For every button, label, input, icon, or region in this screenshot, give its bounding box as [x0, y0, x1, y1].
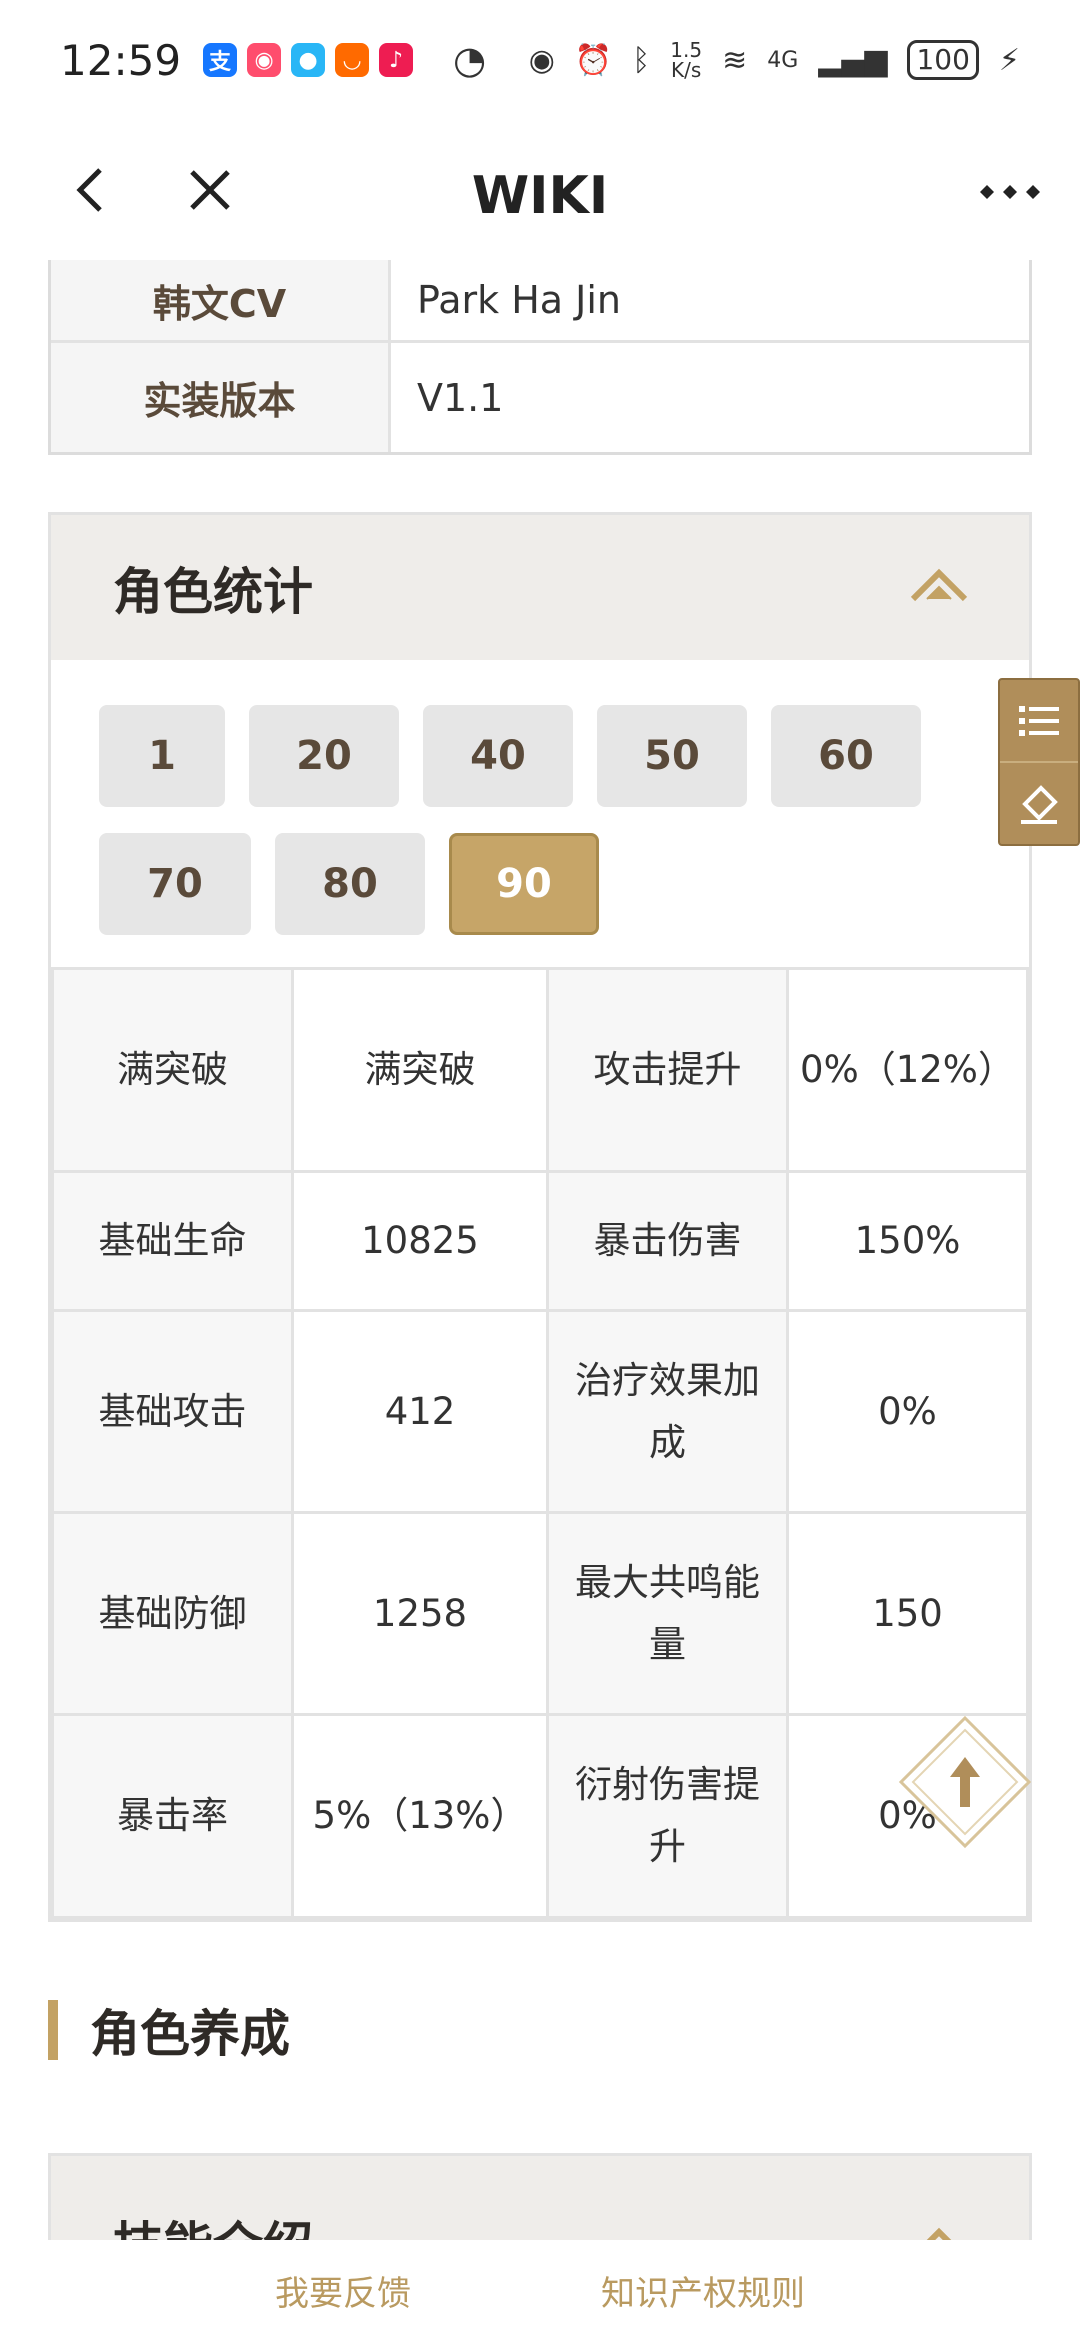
- footer: 我要反馈 知识产权规则: [0, 2240, 1080, 2340]
- info-label: 韩文CV: [51, 260, 391, 340]
- stats-table: 满突破 满突破 攻击提升 0%（12%） 基础生命 10825 暴击伤害 150…: [51, 967, 1029, 1919]
- info-value: V1.1: [391, 343, 1029, 452]
- stats-panel: 角色统计 1 20 40 50 60 70 80 90 满突破 满突破 攻击提升…: [48, 512, 1032, 1922]
- info-value: Park Ha Jin: [391, 260, 1029, 340]
- signal-icon: ▂▄▆: [818, 42, 888, 78]
- stat-label: 基础防御: [51, 1511, 294, 1716]
- wifi-icon: ≋: [722, 42, 748, 78]
- skills-panel-title: 技能介绍: [113, 2206, 313, 2240]
- stat-value: 0%: [786, 1309, 1029, 1514]
- table-row: 暴击率 5%（13%） 衍射伤害提升 0%: [51, 1713, 1029, 1919]
- nav-bar: WIKI: [0, 120, 1080, 260]
- notification-app-icons: 支 ◉ ● ◡ ♪: [203, 43, 414, 77]
- level-button-70[interactable]: 70: [99, 833, 251, 935]
- cloud-app-icon: ●: [291, 43, 326, 77]
- douyin-icon: ♪: [379, 43, 414, 77]
- level-button-80[interactable]: 80: [275, 833, 425, 935]
- collapse-chevron-icon[interactable]: [909, 563, 969, 603]
- collapse-chevron-icon[interactable]: [909, 2222, 969, 2240]
- list-icon[interactable]: [1000, 680, 1078, 761]
- level-button-1[interactable]: 1: [99, 705, 225, 807]
- level-button-40[interactable]: 40: [423, 705, 573, 807]
- stat-value: 0%（12%）: [786, 967, 1029, 1173]
- stat-label: 暴击伤害: [546, 1170, 789, 1312]
- level-selector: 1 20 40 50 60 70 80 90: [51, 660, 951, 965]
- stat-label: 衍射伤害提升: [546, 1713, 789, 1919]
- character-info-table: 韩文CV Park Ha Jin 实装版本 V1.1: [48, 260, 1032, 455]
- stat-value: 150: [786, 1511, 1029, 1716]
- stat-value: 150%: [786, 1170, 1029, 1312]
- back-to-top-icon[interactable]: [898, 1715, 1032, 1849]
- more-dots-icon[interactable]: [970, 162, 1050, 222]
- section-accent-bar: [48, 2000, 58, 2060]
- stat-label: 基础攻击: [51, 1309, 294, 1514]
- table-row: 基础生命 10825 暴击伤害 150%: [51, 1170, 1029, 1312]
- section-heading: 角色养成: [48, 1985, 1032, 2075]
- section-title: 角色养成: [90, 2005, 290, 2063]
- stat-value: 412: [291, 1309, 549, 1514]
- level-button-20[interactable]: 20: [249, 705, 399, 807]
- level-button-60[interactable]: 60: [771, 705, 921, 807]
- level-button-50[interactable]: 50: [597, 705, 747, 807]
- ip-rules-link[interactable]: 知识产权规则: [601, 2266, 805, 2315]
- status-time: 12:59: [60, 35, 182, 85]
- table-row: 基础防御 1258 最大共鸣能量 150: [51, 1511, 1029, 1716]
- stat-label: 攻击提升: [546, 967, 789, 1173]
- eye-icon: ◉: [528, 42, 555, 78]
- stat-value: 5%（13%）: [291, 1713, 549, 1919]
- page-title: WIKI: [471, 166, 609, 226]
- alarm-icon: ⏰: [574, 42, 613, 78]
- info-label: 实装版本: [51, 343, 391, 452]
- skills-panel[interactable]: 技能介绍: [48, 2153, 1032, 2240]
- stat-label: 满突破: [51, 967, 294, 1173]
- info-row: 实装版本 V1.1: [51, 340, 1029, 452]
- side-toolbar: [998, 678, 1080, 846]
- speedometer-icon: ◔: [453, 38, 487, 82]
- network-type: 4G: [767, 47, 799, 73]
- stat-label: 暴击率: [51, 1713, 294, 1919]
- network-speed: 1.5 K/s: [670, 38, 703, 82]
- status-bar: 12:59 支 ◉ ● ◡ ♪ ◔ ◉ ⏰ ᛒ 1.5 K/s ≋ 4G ▂▄▆…: [0, 0, 1080, 120]
- level-button-90[interactable]: 90: [449, 833, 599, 935]
- charging-icon: ⚡: [998, 42, 1020, 78]
- wiki-content[interactable]: 韩文CV Park Ha Jin 实装版本 V1.1 角色统计 1 20 40 …: [0, 260, 1080, 2240]
- stat-label: 最大共鸣能量: [546, 1511, 789, 1716]
- bluetooth-icon: ᛒ: [632, 42, 651, 78]
- stats-panel-title: 角色统计: [113, 562, 313, 621]
- stat-value: 10825: [291, 1170, 549, 1312]
- status-indicators: ◉ ⏰ ᛒ 1.5 K/s ≋ 4G ▂▄▆ 100 ⚡: [529, 40, 1020, 80]
- alipay-icon: 支: [203, 43, 238, 77]
- stat-label: 基础生命: [51, 1170, 294, 1312]
- table-row: 基础攻击 412 治疗效果加成 0%: [51, 1309, 1029, 1514]
- camera-app-icon: ◉: [247, 43, 282, 77]
- taobao-icon: ◡: [335, 43, 370, 77]
- eraser-icon[interactable]: [1000, 761, 1078, 844]
- stat-value: 1258: [291, 1511, 549, 1716]
- feedback-link[interactable]: 我要反馈: [275, 2266, 411, 2315]
- stats-panel-header[interactable]: 角色统计: [51, 515, 1029, 660]
- battery-indicator: 100: [907, 40, 979, 80]
- stat-label: 治疗效果加成: [546, 1309, 789, 1514]
- table-row: 满突破 满突破 攻击提升 0%（12%）: [51, 967, 1029, 1173]
- stat-value: 满突破: [291, 967, 549, 1173]
- info-row: 韩文CV Park Ha Jin: [51, 260, 1029, 340]
